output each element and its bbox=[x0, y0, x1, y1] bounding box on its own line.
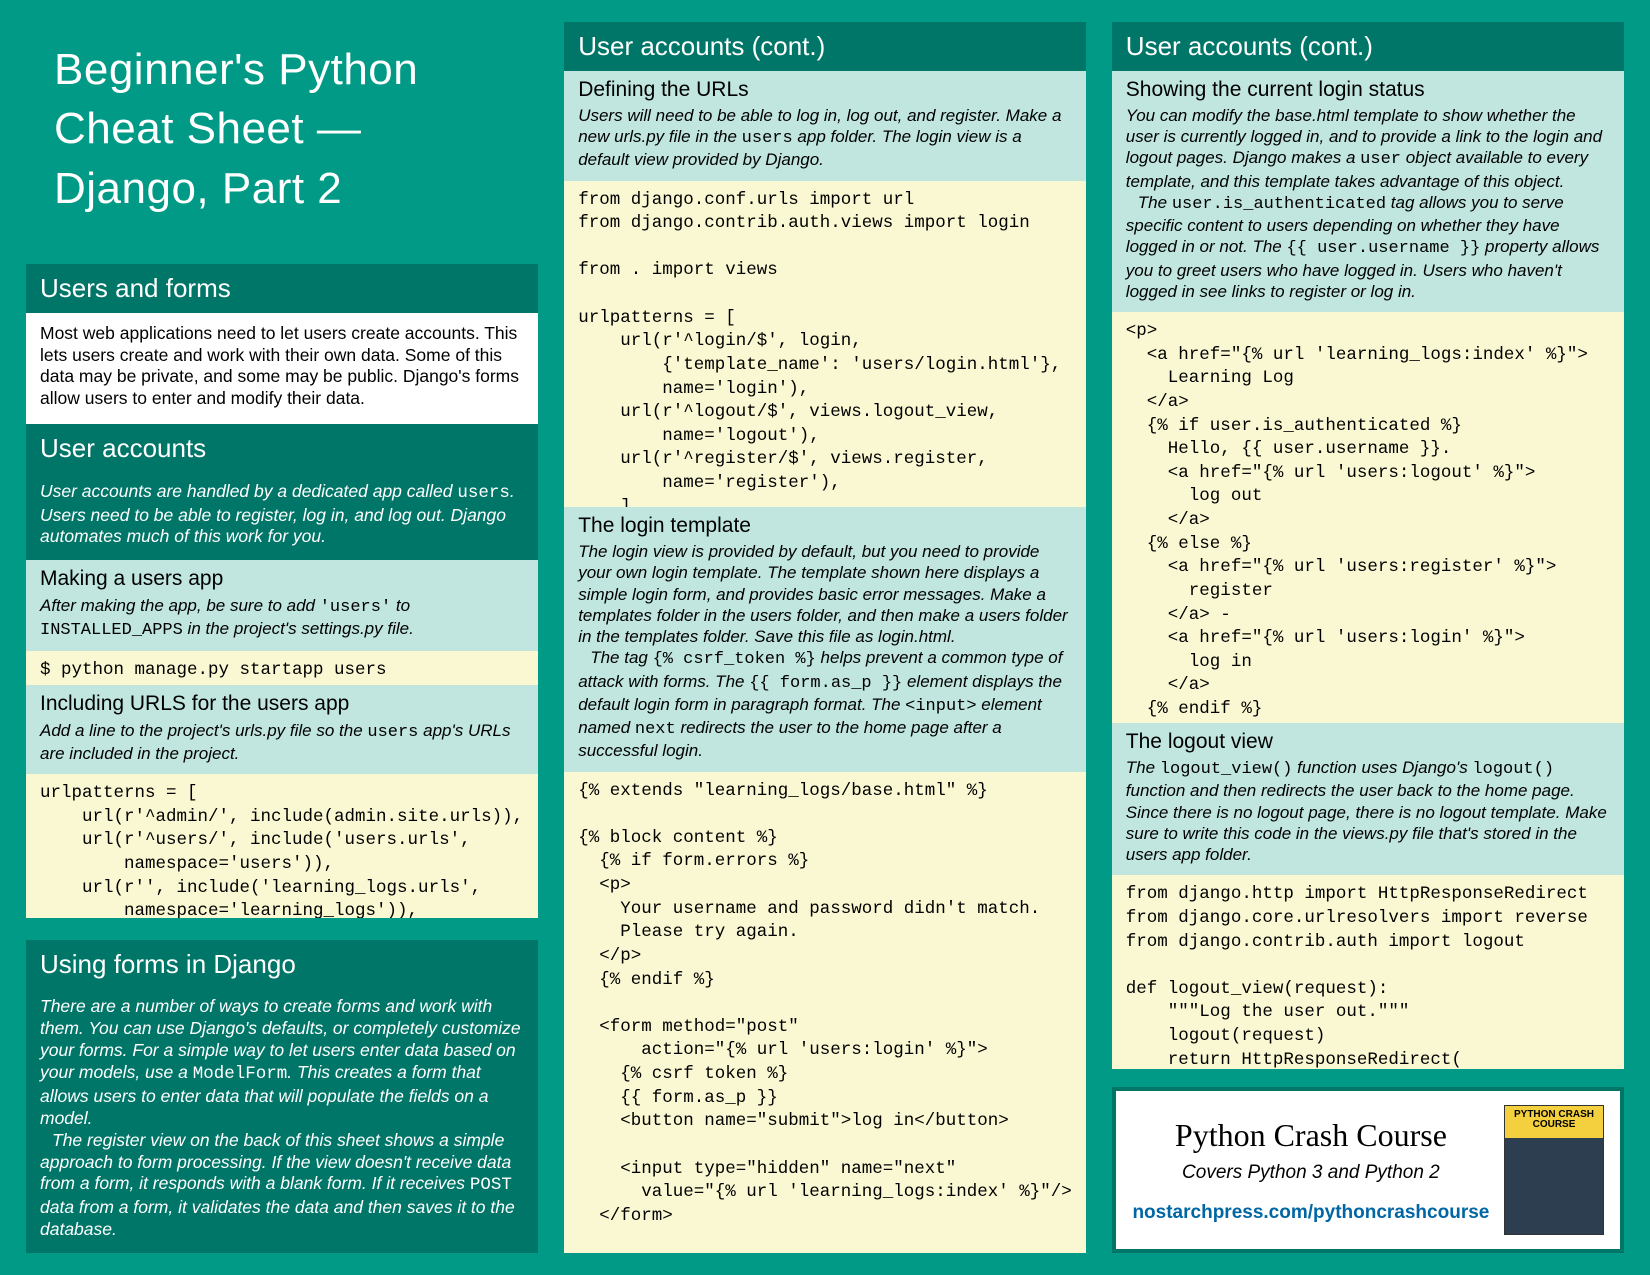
section-users-forms: Users and forms bbox=[26, 264, 538, 313]
code-inline: {{ form.as_p }} bbox=[749, 674, 902, 693]
code-inline: user.is_authenticated bbox=[1172, 195, 1386, 214]
code-inline: logout() bbox=[1472, 760, 1554, 779]
code-inline: INSTALLED_APPS bbox=[40, 621, 183, 640]
column-1: Beginner's Python Cheat Sheet — Django, … bbox=[26, 22, 538, 1253]
code-inline: logout_view() bbox=[1160, 760, 1293, 779]
text: The bbox=[1126, 758, 1160, 777]
main-title: Beginner's Python Cheat Sheet — Django, … bbox=[26, 22, 538, 264]
promo-text: Python Crash Course Covers Python 3 and … bbox=[1132, 1115, 1490, 1225]
text: User accounts are handled by a dedicated… bbox=[40, 481, 457, 501]
code-inline: next bbox=[635, 720, 676, 739]
subtext-login-status: You can modify the base.html template to… bbox=[1112, 105, 1624, 312]
text: to bbox=[391, 596, 410, 615]
code-login-status: <p> <a href="{% url 'learning_logs:index… bbox=[1112, 312, 1624, 723]
code-inline: {{ user.username }} bbox=[1286, 239, 1480, 258]
text: The login view is provided by default, b… bbox=[578, 541, 1072, 647]
book-cover-image: PYTHON CRASH COURSE bbox=[1504, 1105, 1604, 1235]
code-inline: users bbox=[742, 129, 793, 148]
text: data from a form, it validates the data … bbox=[40, 1197, 515, 1239]
subhead-making-users-app: Making a users app bbox=[26, 560, 538, 594]
spacer bbox=[26, 918, 538, 940]
subtext-defining-urls: Users will need to be able to log in, lo… bbox=[564, 105, 1086, 181]
subtext-making-users-app: After making the app, be sure to add 'us… bbox=[26, 595, 538, 652]
promo-title: Python Crash Course bbox=[1132, 1115, 1490, 1155]
promo-subtitle: Covers Python 3 and Python 2 bbox=[1132, 1161, 1490, 1185]
text: Add a line to the project's urls.py file… bbox=[40, 721, 367, 740]
text: in the project's settings.py file. bbox=[183, 619, 414, 638]
code-inline: user bbox=[1360, 150, 1401, 169]
subtext-login-template: The login view is provided by default, b… bbox=[564, 541, 1086, 772]
text: The bbox=[1138, 193, 1172, 212]
code-inline: <input> bbox=[905, 697, 976, 716]
code-inline: ModelForm bbox=[193, 1064, 288, 1084]
text: function and then redirects the user bac… bbox=[1126, 781, 1607, 864]
intro-users-forms: Most web applications need to let users … bbox=[26, 313, 538, 425]
subhead-login-status: Showing the current login status bbox=[1112, 71, 1624, 105]
code-login-template: {% extends "learning_logs/base.html" %} … bbox=[564, 772, 1086, 1253]
code-startapp: $ python manage.py startapp users bbox=[26, 651, 538, 685]
intro-user-accounts: User accounts are handled by a dedicated… bbox=[26, 473, 538, 561]
subtext-logout-view: The logout_view() function uses Django's… bbox=[1112, 757, 1624, 875]
code-logout-view: from django.http import HttpResponseRedi… bbox=[1112, 875, 1624, 1069]
section-user-accounts-cont-2: User accounts (cont.) bbox=[1112, 22, 1624, 71]
code-inline: users bbox=[457, 483, 510, 503]
intro-using-forms: There are a number of ways to create for… bbox=[26, 988, 538, 1253]
code-urlpatterns: urlpatterns = [ url(r'^admin/', include(… bbox=[26, 774, 538, 918]
subtext-including-urls: Add a line to the project's urls.py file… bbox=[26, 720, 538, 775]
section-user-accounts: User accounts bbox=[26, 424, 538, 473]
code-inline: POST bbox=[470, 1175, 512, 1195]
text: The register view on the back of this sh… bbox=[40, 1130, 511, 1194]
column-3: User accounts (cont.) Showing the curren… bbox=[1112, 22, 1624, 1253]
promo-link[interactable]: nostarchpress.com/pythoncrashcourse bbox=[1132, 1201, 1490, 1225]
section-using-forms: Using forms in Django bbox=[26, 940, 538, 989]
subhead-including-urls: Including URLS for the users app bbox=[26, 685, 538, 719]
subhead-login-template: The login template bbox=[564, 507, 1086, 541]
code-inline: 'users' bbox=[320, 598, 391, 617]
promo-box: Python Crash Course Covers Python 3 and … bbox=[1112, 1087, 1624, 1253]
section-user-accounts-cont-1: User accounts (cont.) bbox=[564, 22, 1086, 71]
code-urls-users: from django.conf.urls import url from dj… bbox=[564, 181, 1086, 507]
text: The tag bbox=[590, 648, 652, 667]
text: function uses Django's bbox=[1292, 758, 1472, 777]
code-inline: users bbox=[367, 723, 418, 742]
code-inline: {% csrf_token %} bbox=[653, 650, 816, 669]
book-cover-title: PYTHON CRASH COURSE bbox=[1505, 1110, 1603, 1130]
column-2: User accounts (cont.) Defining the URLs … bbox=[564, 22, 1086, 1253]
subhead-logout-view: The logout view bbox=[1112, 723, 1624, 757]
subhead-defining-urls: Defining the URLs bbox=[564, 71, 1086, 105]
text: After making the app, be sure to add bbox=[40, 596, 320, 615]
